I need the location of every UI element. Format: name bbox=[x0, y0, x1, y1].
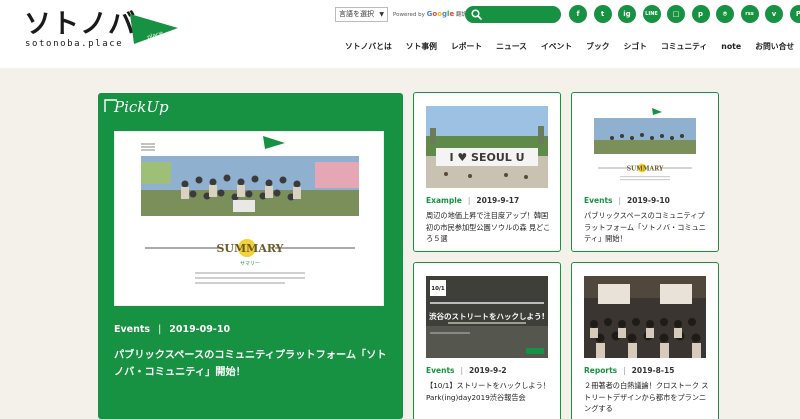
pickup-meta: Events | 2019-09-10 bbox=[114, 324, 230, 335]
vimeo-icon[interactable]: v bbox=[765, 5, 783, 23]
facebook-icon[interactable]: f bbox=[569, 5, 587, 23]
card-date: 2019-9-2 bbox=[469, 366, 507, 375]
logo-main-text: ソトノバ bbox=[24, 9, 136, 40]
social-links: f t ig LINE □ p ⌾ rss v P bbox=[569, 5, 800, 24]
nav-item-events[interactable]: イベント bbox=[534, 42, 579, 52]
search-input[interactable] bbox=[485, 8, 555, 21]
pickup-image-heading: SUMMARY bbox=[216, 242, 283, 255]
logo-sub-text: sotonoba.place bbox=[25, 39, 124, 49]
card-title[interactable]: 【10/1】ストリートをハックしよう！Park(ing)day2019渋谷報告会 bbox=[426, 380, 552, 403]
card-2-image-text: SUMMARY bbox=[627, 166, 664, 173]
twitter-icon[interactable]: t bbox=[593, 5, 612, 23]
article-card-3[interactable]: 10/1 渋谷のストリートをハックしよう! Events | 2019-9-2 【1… bbox=[413, 262, 561, 419]
site-logo[interactable]: ソトノバ sotonoba.place place bbox=[24, 8, 178, 50]
article-card-1[interactable]: I ♥ SEOUL U Example | 2019-9-17 周辺の地価上昇で注目… bbox=[413, 92, 561, 252]
pickup-title[interactable]: パブリックスペースのコミュニティプラットフォーム「ソトノバ・コミュニティ」開始！ bbox=[114, 347, 388, 381]
nav-item-news[interactable]: ニュース bbox=[489, 42, 534, 52]
nav-item-reports[interactable]: レポート bbox=[444, 42, 489, 52]
card-category[interactable]: Events bbox=[584, 196, 613, 205]
nav-item-about[interactable]: ソトノバとは bbox=[345, 42, 399, 52]
article-card-3-meta: Events | 2019-9-2 bbox=[426, 366, 507, 375]
rss-icon[interactable]: rss bbox=[740, 5, 759, 23]
powered-by-label: Powered by bbox=[393, 12, 425, 18]
card-category[interactable]: Events bbox=[426, 366, 455, 375]
line-icon[interactable]: LINE bbox=[642, 5, 661, 23]
pinterest-p-icon[interactable]: P bbox=[789, 5, 800, 23]
pickup-category[interactable]: Events bbox=[114, 324, 150, 335]
card-date: 2019-9-17 bbox=[476, 196, 520, 205]
card-separator: | bbox=[467, 196, 471, 205]
card-3-image-text: 渋谷のストリートをハックしよう! bbox=[429, 311, 545, 321]
card-category[interactable]: Example bbox=[426, 196, 462, 205]
pickup-label: PickUp bbox=[114, 98, 169, 116]
pickup-image-subheading: サマリー bbox=[240, 261, 260, 267]
card-separator: | bbox=[460, 366, 464, 375]
note-icon[interactable]: □ bbox=[667, 5, 685, 23]
chevron-down-icon: ▼ bbox=[379, 11, 384, 18]
card-date: 2019-8-15 bbox=[631, 366, 675, 375]
article-card-4[interactable]: Reports | 2019-8-15 ２冊著者の白熱議論！クロストーク ストリート… bbox=[571, 262, 719, 419]
pickup-image-graphic: SUMMARY サマリー bbox=[115, 132, 383, 305]
search-icon bbox=[471, 9, 482, 20]
article-card-4-meta: Reports | 2019-8-15 bbox=[584, 366, 674, 375]
card-separator: | bbox=[623, 366, 626, 375]
pinterest-icon[interactable]: p bbox=[691, 5, 710, 23]
article-card-2-image[interactable]: SUMMARY bbox=[584, 106, 706, 188]
site-header: ソトノバ sotonoba.place place 言語を選択 ▼ Powere… bbox=[0, 0, 800, 68]
card-category[interactable]: Reports bbox=[584, 366, 617, 375]
pickup-card[interactable]: PickUp SUMMARY サマリー Events | 2019-09-10 … bbox=[98, 93, 403, 419]
nav-item-jobs[interactable]: シゴト bbox=[617, 42, 654, 52]
article-card-1-meta: Example | 2019-9-17 bbox=[426, 196, 519, 205]
pickup-separator: | bbox=[158, 324, 162, 335]
pickup-date: 2019-09-10 bbox=[169, 324, 231, 335]
card-3-image-date: 10/1 bbox=[431, 286, 445, 292]
nav-item-note[interactable]: note bbox=[714, 42, 748, 52]
card-title[interactable]: パブリックスペースのコミュニティプラットフォーム「ソトノバ・コミュニティ」開始！ bbox=[584, 210, 710, 245]
language-select[interactable]: 言語を選択 ▼ bbox=[335, 7, 388, 22]
instagram-icon[interactable]: ig bbox=[618, 5, 636, 23]
nav-item-cases[interactable]: ソト事例 bbox=[399, 42, 444, 52]
nav-item-community[interactable]: コミュニティ bbox=[654, 42, 714, 52]
article-card-2[interactable]: SUMMARY Events | 2019-9-10 パブリックスペースのコミュニテ… bbox=[571, 92, 719, 252]
article-card-4-image[interactable] bbox=[584, 276, 706, 358]
card-title[interactable]: 周辺の地価上昇で注目度アップ！韓国初の市民参加型公園ソウルの森 見どころ５選 bbox=[426, 210, 552, 245]
article-card-1-image[interactable]: I ♥ SEOUL U bbox=[426, 106, 548, 188]
article-card-3-image[interactable]: 10/1 渋谷のストリートをハックしよう! bbox=[426, 276, 548, 358]
powered-by-google: Powered by Google 翻訳 bbox=[393, 10, 467, 18]
main-nav: ソトノバとは ソト事例 レポート ニュース イベント ブック シゴト コミュニテ… bbox=[345, 42, 800, 52]
nav-item-contact[interactable]: お問い合せ bbox=[748, 42, 800, 52]
google-logo: Google bbox=[426, 10, 455, 18]
card-title[interactable]: ２冊著者の白熱議論！クロストーク ストリートデザインから都市をプランニングする bbox=[584, 380, 710, 415]
card-separator: | bbox=[618, 196, 622, 205]
pickup-image[interactable]: SUMMARY サマリー bbox=[114, 131, 384, 306]
article-card-2-meta: Events | 2019-9-10 bbox=[584, 196, 670, 205]
tripadvisor-icon[interactable]: ⌾ bbox=[716, 5, 734, 23]
card-1-image-text: I ♥ SEOUL U bbox=[449, 151, 524, 164]
nav-item-books[interactable]: ブック bbox=[579, 42, 616, 52]
card-date: 2019-9-10 bbox=[627, 196, 670, 205]
search-box[interactable] bbox=[465, 6, 561, 23]
language-select-label: 言語を選択 bbox=[339, 10, 374, 18]
